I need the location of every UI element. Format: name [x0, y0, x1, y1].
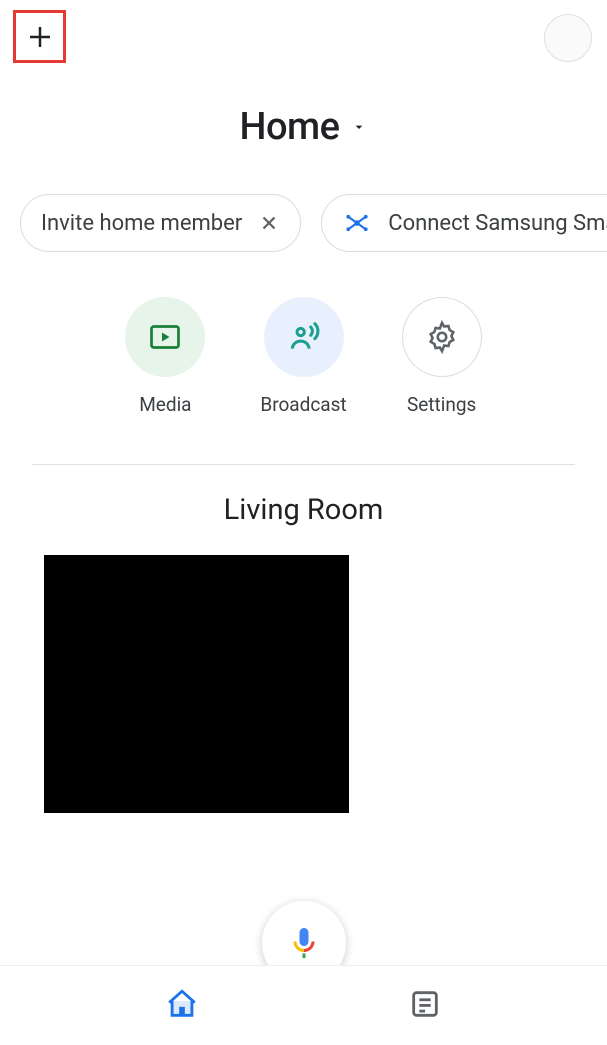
- quick-action-settings[interactable]: Settings: [402, 297, 482, 416]
- home-title: Home: [240, 105, 340, 149]
- media-icon: [147, 319, 183, 355]
- chip-label: Connect Samsung Sma: [388, 211, 607, 236]
- broadcast-icon: [284, 317, 324, 357]
- account-avatar[interactable]: [544, 14, 592, 62]
- close-icon[interactable]: [258, 212, 280, 234]
- gear-icon: [425, 320, 459, 354]
- home-selector[interactable]: Home: [0, 105, 607, 149]
- chip-connect-samsung[interactable]: Connect Samsung Sma: [321, 194, 607, 252]
- smartthings-icon: [342, 208, 372, 238]
- feed-icon: [408, 987, 442, 1021]
- suggestion-chips: Invite home member Connect Samsung Sma: [0, 194, 607, 252]
- device-tile[interactable]: [44, 555, 349, 813]
- plus-icon: [25, 22, 55, 52]
- nav-feed[interactable]: [398, 977, 452, 1035]
- qa-label: Media: [139, 393, 191, 416]
- qa-label: Settings: [407, 393, 476, 416]
- chevron-down-icon: [351, 119, 367, 135]
- home-icon: [165, 987, 199, 1021]
- add-button[interactable]: [13, 10, 66, 63]
- quick-action-broadcast[interactable]: Broadcast: [260, 297, 346, 416]
- qa-label: Broadcast: [260, 393, 346, 416]
- chip-label: Invite home member: [41, 211, 242, 236]
- quick-action-media[interactable]: Media: [125, 297, 205, 416]
- nav-home[interactable]: [155, 977, 209, 1035]
- chip-invite-member[interactable]: Invite home member: [20, 194, 301, 252]
- room-title: Living Room: [0, 493, 607, 527]
- bottom-nav: [0, 965, 607, 1045]
- mic-icon: [286, 925, 322, 961]
- divider: [32, 464, 575, 465]
